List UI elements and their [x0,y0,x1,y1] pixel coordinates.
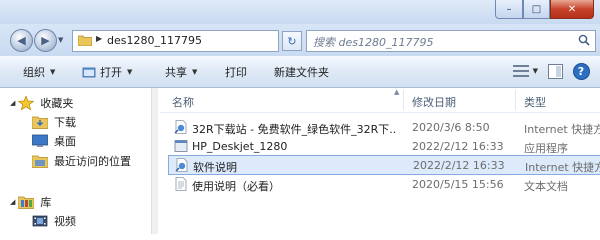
sidebar-item-label: 最近访问的位置 [54,155,131,168]
recent-pages-dropdown[interactable]: ▼ [58,36,63,44]
breadcrumb-current-folder[interactable]: des1280_117795 [107,34,202,47]
desktop-icon [32,134,48,147]
sidebar-item-label: 收藏夹 [40,97,74,110]
search-icon[interactable] [578,34,590,46]
view-list-icon [512,65,529,77]
sidebar-item-recent-places[interactable]: 最近访问的位置 [32,151,131,171]
minimize-button[interactable]: – [495,0,523,19]
sidebar-item-label: 下载 [54,116,76,129]
column-header-name[interactable]: 名称 [172,94,194,110]
refresh-button[interactable]: ↻ [282,31,302,51]
open-icon [82,67,96,78]
recent-places-icon [32,155,48,168]
sidebar-item-desktop[interactable]: 桌面 [32,131,76,151]
preview-pane-button[interactable] [546,62,564,80]
sidebar-item-downloads[interactable]: 下载 [32,112,76,132]
address-bar[interactable]: ▶ des1280_117795 ▼ [72,30,347,52]
file-name: HP_Deskjet_1280 [192,140,288,153]
back-arrow-icon: ◀ [17,34,26,47]
file-row-selected[interactable]: 软件说明 2022/2/12 16:33 Internet 快捷方 [168,155,600,175]
search-placeholder: 搜索 des1280_117795 [313,36,434,49]
file-list: 名称 ▲ 修改日期 类型 32R下载站 - 免费软件_绿色软件_32R下... … [160,88,600,234]
navigation-pane: ◢ 收藏夹 下载 桌面 最近访问的位置 ◢ 库 视频 [0,88,152,234]
explorer-window: – □ ✕ ◀ ▶ ▼ ▶ des1280_117795 ▼ ↻ 搜索 des1… [0,0,600,234]
file-type: 文本文档 [524,180,568,193]
file-modified-date: 2020/5/15 15:56 [412,178,504,191]
back-button[interactable]: ◀ [10,29,33,52]
new-folder-button[interactable]: 新建文件夹 [274,64,329,80]
sidebar-item-libraries[interactable]: ◢ 库 [10,192,51,212]
open-label: 打开 [100,66,122,79]
text-document-icon [175,177,187,191]
collapse-arrow-icon[interactable]: ◢ [10,99,15,107]
star-icon [18,96,35,110]
forward-button[interactable]: ▶ [34,29,57,52]
chevron-down-icon: ▼ [50,68,56,76]
view-dropdown-icon[interactable]: ▼ [533,67,538,75]
address-row: ◀ ▶ ▼ ▶ des1280_117795 ▼ ↻ 搜索 des1280_11… [0,24,600,56]
file-row[interactable]: HP_Deskjet_1280 2022/2/12 16:33 应用程序 [168,137,600,156]
column-divider[interactable] [515,90,516,110]
chevron-down-icon: ▼ [127,68,133,76]
new-folder-label: 新建文件夹 [274,66,329,79]
sidebar-item-label: 视频 [54,215,76,228]
file-name: 使用说明（必看） [192,180,280,193]
file-modified-date: 2020/3/6 8:50 [412,121,490,134]
internet-shortcut-icon [175,158,188,172]
forward-arrow-icon: ▶ [41,34,50,47]
share-menu[interactable]: 共享 ▼ [165,64,197,80]
sidebar-item-videos[interactable]: 视频 [32,211,76,231]
view-controls: ▼ ? [504,62,590,80]
file-type: Internet 快捷方 [525,161,600,174]
column-header-type[interactable]: 类型 [524,94,546,110]
file-modified-date: 2022/2/12 16:33 [412,140,504,153]
video-library-icon [32,215,48,227]
help-button[interactable]: ? [572,62,590,80]
search-input[interactable]: 搜索 des1280_117795 [306,30,596,52]
organize-menu[interactable]: 组织 ▼ [23,64,55,80]
column-header-modified[interactable]: 修改日期 [412,94,456,110]
open-button[interactable]: 打开 ▼ [82,64,132,80]
window-controls: – □ ✕ [495,0,594,20]
file-row[interactable]: 使用说明（必看） 2020/5/15 15:56 文本文档 [168,175,600,194]
sidebar-item-label: 桌面 [54,135,76,148]
change-view-button[interactable] [512,62,530,80]
file-name: 32R下载站 - 免费软件_绿色软件_32R下... [192,123,397,136]
libraries-icon [18,196,35,209]
title-bar: – □ ✕ [0,0,600,24]
application-icon [174,140,188,152]
column-header-row: 名称 ▲ 修改日期 类型 [160,88,600,113]
file-row[interactable]: 32R下载站 - 免费软件_绿色软件_32R下... 2020/3/6 8:50… [168,118,600,137]
breadcrumb-separator[interactable]: ▶ [96,34,102,43]
file-name: 软件说明 [193,161,237,174]
file-modified-date: 2022/2/12 16:33 [413,159,505,172]
print-label: 打印 [225,66,247,79]
organize-label: 组织 [23,66,45,79]
close-button[interactable]: ✕ [550,0,594,19]
sort-indicator-icon: ▲ [394,88,400,96]
column-divider[interactable] [403,90,404,110]
help-icon: ? [572,62,590,80]
navigation-pane-scrollbar[interactable] [152,88,158,234]
collapse-arrow-icon[interactable]: ◢ [10,198,15,206]
share-label: 共享 [165,66,187,79]
command-bar: 组织 ▼ 打开 ▼ 共享 ▼ 打印 新建文件夹 ▼ ? [0,56,600,88]
sidebar-item-favorites[interactable]: ◢ 收藏夹 [10,93,73,113]
preview-pane-icon [547,63,563,79]
print-button[interactable]: 打印 [225,64,247,80]
file-type: 应用程序 [524,142,568,155]
internet-shortcut-icon [174,120,187,134]
folder-icon [78,35,92,46]
maximize-button[interactable]: □ [523,0,550,19]
sidebar-item-label: 库 [40,196,52,209]
download-folder-icon [32,116,48,129]
refresh-icon: ↻ [287,34,297,48]
file-type: Internet 快捷方 [524,123,600,136]
chevron-down-icon: ▼ [192,68,198,76]
